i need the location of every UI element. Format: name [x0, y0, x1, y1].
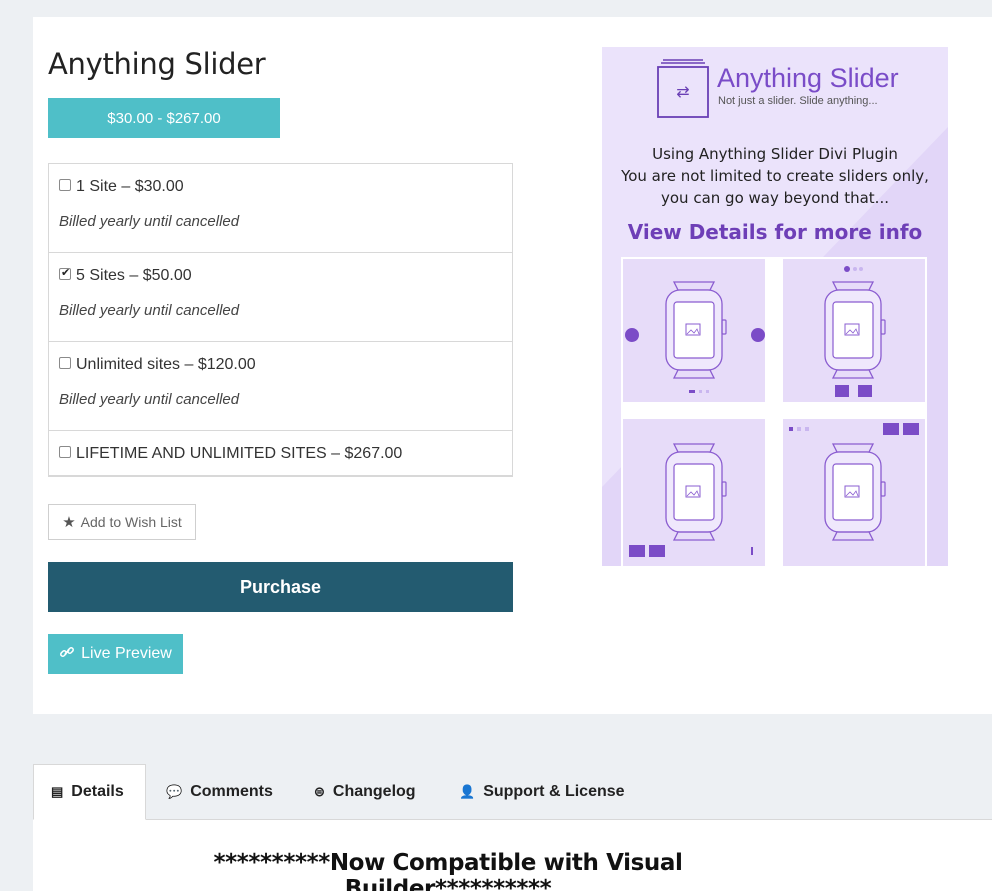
wishlist-label: Add to Wish List	[80, 514, 182, 530]
document-icon: ▤	[51, 784, 64, 799]
changelog-icon: ⊜	[314, 784, 325, 799]
option-1-checkbox[interactable]	[59, 179, 71, 191]
promo-line-2: You are not limited to create sliders on…	[621, 167, 929, 185]
option-4-checkbox[interactable]	[59, 446, 71, 458]
promo-brand: Anything Slider	[717, 63, 899, 93]
tab-support-label: Support & License	[483, 783, 625, 800]
tab-comments[interactable]: 💬 Comments	[166, 764, 273, 820]
tab-changelog-label: Changelog	[332, 783, 416, 800]
option-4-label: LIFETIME AND UNLIMITED SITES – $267.00	[76, 445, 403, 462]
option-3-checkbox[interactable]	[59, 357, 71, 369]
tab-details-label: Details	[71, 783, 124, 800]
slider-mockups	[621, 257, 927, 566]
license-options: 1 Site – $30.00 Billed yearly until canc…	[48, 163, 513, 477]
promo-banner[interactable]: ⇄ Anything Slider Not just a slider. Sli…	[602, 47, 948, 566]
compatibility-headline: **********Now Compatible with Visual Bui…	[213, 850, 683, 891]
option-2-checkbox[interactable]	[59, 266, 71, 280]
option-lifetime[interactable]: LIFETIME AND UNLIMITED SITES – $267.00	[49, 431, 512, 476]
option-3-label: Unlimited sites – $120.00	[76, 356, 256, 373]
option-3-billing: Billed yearly until cancelled	[59, 391, 240, 408]
option-1-label: 1 Site – $30.00	[76, 178, 184, 195]
option-2-label: 5 Sites – $50.00	[76, 267, 192, 284]
tab-details[interactable]: ▤ Details	[33, 764, 146, 820]
promo-line-3: you can go way beyond that...	[661, 189, 889, 207]
product-card: Anything Slider $30.00 - $267.00 1 Site …	[33, 17, 992, 714]
option-5-sites[interactable]: 5 Sites – $50.00 Billed yearly until can…	[49, 253, 512, 342]
promo-tagline: Not just a slider. Slide anything...	[718, 95, 878, 107]
option-unlimited[interactable]: Unlimited sites – $120.00 Billed yearly …	[49, 342, 512, 431]
add-to-wishlist-button[interactable]: ★ Add to Wish List	[48, 504, 196, 540]
option-1-site[interactable]: 1 Site – $30.00 Billed yearly until canc…	[49, 164, 512, 253]
tab-support-license[interactable]: 👤 Support & License	[459, 764, 625, 820]
purchase-button[interactable]: Purchase	[48, 562, 513, 612]
view-details-link[interactable]: View Details for more info	[602, 220, 948, 244]
live-preview-label: Live Preview	[81, 645, 172, 662]
option-2-billing: Billed yearly until cancelled	[59, 302, 240, 319]
slider-logo-icon: ⇄	[657, 57, 709, 118]
comments-icon: 💬	[166, 784, 183, 799]
tab-changelog[interactable]: ⊜ Changelog	[314, 764, 416, 820]
promo-line-1: Using Anything Slider Divi Plugin	[652, 145, 898, 163]
tab-content: **********Now Compatible with Visual Bui…	[33, 820, 992, 891]
product-title: Anything Slider	[48, 47, 266, 81]
promo-description: Using Anything Slider Divi Plugin You ar…	[602, 143, 948, 209]
price-range-badge: $30.00 - $267.00	[48, 98, 280, 138]
option-1-billing: Billed yearly until cancelled	[59, 213, 240, 230]
support-icon: 👤	[459, 784, 476, 799]
link-icon	[59, 644, 75, 665]
product-tabs: ▤ Details 💬 Comments ⊜ Changelog 👤 Suppo…	[33, 764, 992, 820]
star-icon: ★	[62, 514, 76, 531]
live-preview-button[interactable]: Live Preview	[48, 634, 183, 674]
svg-text:⇄: ⇄	[676, 82, 689, 101]
tab-comments-label: Comments	[190, 783, 273, 800]
